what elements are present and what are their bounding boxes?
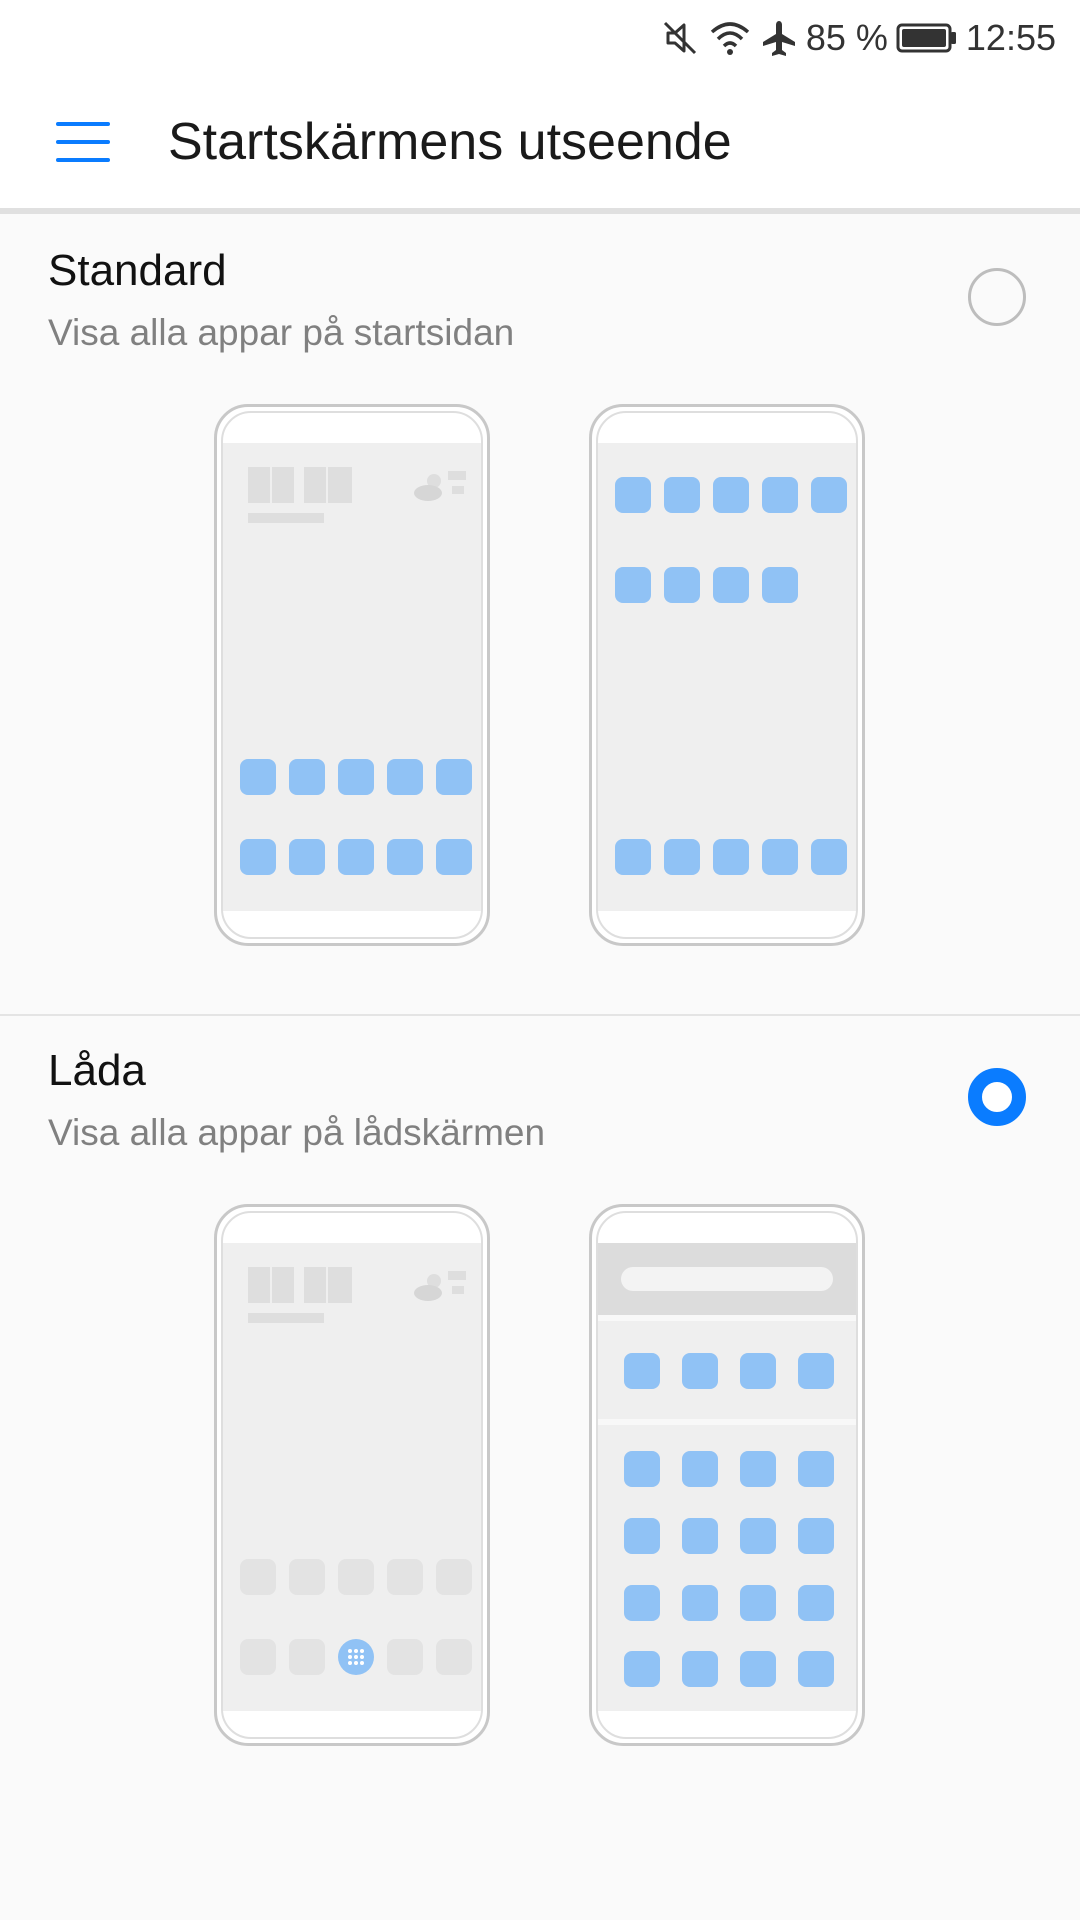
app-icon — [624, 1651, 660, 1687]
placeholder-icon — [240, 1559, 276, 1595]
app-icon — [740, 1353, 776, 1389]
preview-screen — [222, 443, 482, 911]
dock-icon — [762, 839, 798, 875]
app-icon — [624, 1353, 660, 1389]
app-icon — [798, 1585, 834, 1621]
option-title: Låda — [48, 1046, 146, 1095]
app-icon — [798, 1518, 834, 1554]
app-icon — [713, 477, 749, 513]
battery-percent: 85 % — [805, 17, 888, 58]
date-widget — [248, 1313, 324, 1323]
app-icon — [740, 1518, 776, 1554]
app-icon — [387, 759, 423, 795]
app-icon — [615, 567, 651, 603]
placeholder-icon — [289, 1559, 325, 1595]
app-icon — [624, 1585, 660, 1621]
option-subtitle: Visa alla appar på startsidan — [48, 312, 515, 353]
preview-screen — [597, 1243, 857, 1711]
page-title: Startskärmens utseende — [168, 113, 732, 171]
placeholder-icon — [387, 1639, 423, 1675]
weather-icon — [414, 471, 466, 501]
preview-drawer-home — [214, 1204, 490, 1746]
dock-icon — [436, 839, 472, 875]
drawer-search-bar — [621, 1267, 833, 1291]
app-icon — [682, 1353, 718, 1389]
app-icon — [615, 477, 651, 513]
preview-screen — [597, 443, 857, 911]
option-standard[interactable]: Standard Visa alla appar på startsidan — [0, 214, 1080, 1014]
app-icon — [289, 759, 325, 795]
drawer-separator — [597, 1315, 857, 1321]
placeholder-icon — [436, 1639, 472, 1675]
clock-time: 12:55 — [965, 17, 1056, 58]
option-drawer[interactable]: Låda Visa alla appar på lådskärmen — [0, 1016, 1080, 1816]
app-icon — [682, 1451, 718, 1487]
weather-icon — [414, 1271, 466, 1301]
dock-icon — [615, 839, 651, 875]
preview-app-drawer — [589, 1204, 865, 1746]
preview-home-screen — [214, 404, 490, 946]
dock-icon — [664, 839, 700, 875]
wifi-icon — [708, 18, 752, 58]
app-icon — [682, 1651, 718, 1687]
placeholder-icon — [338, 1559, 374, 1595]
app-icon — [740, 1585, 776, 1621]
app-icon — [664, 567, 700, 603]
app-icon — [740, 1451, 776, 1487]
app-icon — [798, 1651, 834, 1687]
dock-icon — [811, 839, 847, 875]
app-icon — [624, 1518, 660, 1554]
date-widget — [248, 513, 324, 523]
airplane-icon — [760, 18, 798, 58]
option-title: Standard — [48, 246, 227, 295]
drawer-separator — [597, 1419, 857, 1425]
app-icon — [436, 759, 472, 795]
app-icon — [240, 759, 276, 795]
app-icon — [798, 1451, 834, 1487]
app-icon — [762, 477, 798, 513]
menu-icon — [56, 122, 110, 162]
preview-screen — [222, 1243, 482, 1711]
app-icon — [740, 1651, 776, 1687]
battery-icon — [896, 21, 958, 55]
app-icon — [338, 759, 374, 795]
dock-icon — [240, 839, 276, 875]
placeholder-icon — [387, 1559, 423, 1595]
placeholder-icon — [436, 1559, 472, 1595]
placeholder-icon — [240, 1639, 276, 1675]
dock-icon — [289, 839, 325, 875]
app-bar: Startskärmens utseende — [0, 76, 1080, 208]
option-subtitle: Visa alla appar på lådskärmen — [48, 1112, 546, 1153]
app-icon — [713, 567, 749, 603]
status-icons: 85 % 12:55 — [660, 14, 1056, 62]
app-icon — [762, 567, 798, 603]
clock-widget — [248, 1267, 352, 1303]
dock-icon — [713, 839, 749, 875]
radio-drawer[interactable] — [968, 1068, 1026, 1126]
dock-icon — [387, 839, 423, 875]
muted-icon — [660, 18, 700, 58]
drawer-header — [597, 1243, 857, 1315]
radio-standard[interactable] — [968, 268, 1026, 326]
app-icon — [682, 1518, 718, 1554]
app-icon — [682, 1585, 718, 1621]
app-icon — [664, 477, 700, 513]
placeholder-icon — [289, 1639, 325, 1675]
preview-home-page-two — [589, 404, 865, 946]
status-bar: 85 % 12:55 — [0, 0, 1080, 76]
app-icon — [624, 1451, 660, 1487]
app-icon — [811, 477, 847, 513]
app-icon — [798, 1353, 834, 1389]
dock-icon — [338, 839, 374, 875]
clock-widget — [248, 467, 352, 503]
app-drawer-icon — [338, 1639, 374, 1675]
menu-button[interactable] — [42, 110, 124, 174]
